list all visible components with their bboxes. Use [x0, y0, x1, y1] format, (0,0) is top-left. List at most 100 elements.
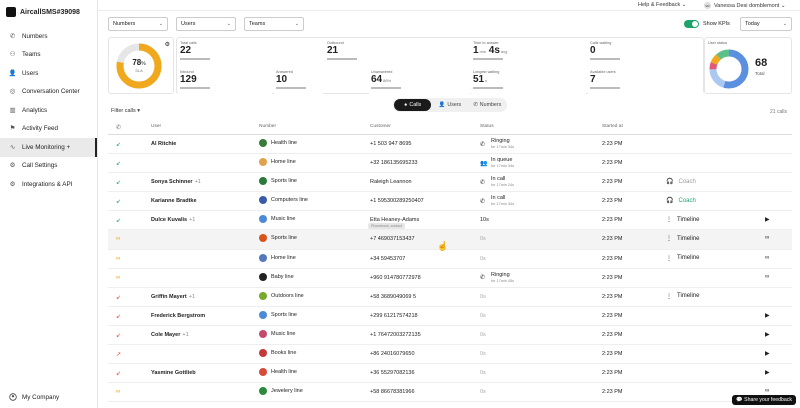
brand-name: AircallSMS#39098	[20, 8, 80, 16]
call-direction-icon: ↙	[116, 180, 122, 187]
settings-icon[interactable]: ⚙	[165, 41, 170, 48]
settings-icon: ⚙	[9, 162, 16, 170]
number-name: Jewelery line	[271, 388, 303, 395]
play-icon[interactable]: ▶	[765, 331, 770, 338]
table-row[interactable]: ↙ Frederick Bergstrom Sports line +299 6121…	[108, 307, 792, 326]
share-feedback-button[interactable]: 💬 Share your feedback	[732, 395, 796, 405]
tab-calls[interactable]: ● Calls	[394, 99, 432, 111]
row-status: 10s	[480, 217, 489, 224]
row-number: Health line	[259, 368, 297, 377]
timeline-button[interactable]: ⋮ Timeline	[666, 293, 699, 300]
table-row[interactable]: ↙ Karianne Bradtke Computers line +1 595300…	[108, 192, 792, 212]
status-duration: for 17min 34s	[491, 145, 515, 149]
table-row[interactable]: ↙ Dulce Kuvalis +1 Music line Etta Heaney-Ad…	[108, 211, 792, 231]
sidebar-item-numbers[interactable]: ✆ Numbers	[0, 27, 97, 46]
calls-waiting-kpi: Calls waiting 0	[588, 39, 703, 65]
row-status: 0s	[480, 236, 486, 243]
voicemail-icon[interactable]: ∞	[765, 274, 769, 280]
date-range-select[interactable]: Today ⌄	[740, 17, 792, 31]
timeline-button[interactable]: ⋮ Timeline	[666, 255, 699, 262]
sidebar-item-live-monitoring[interactable]: ∿ Live Monitoring +	[0, 138, 97, 157]
number-name: Sports line	[271, 235, 297, 242]
toggle-switch[interactable]	[684, 20, 699, 28]
calls-count: 21 calls	[770, 109, 787, 115]
row-user	[151, 351, 153, 357]
numbers-filter[interactable]: Numbers ⌄	[108, 17, 168, 31]
table-row[interactable]: ∞ Home line +34 59453707 0s 2:23 PM ⋮ Timeline…	[108, 250, 792, 269]
status-duration: for 17min 34s	[491, 164, 515, 169]
row-customer: +7 469037153437	[370, 236, 415, 243]
table-row[interactable]: ↙ Yasmine Gottlieb Health line +36 55297082…	[108, 364, 792, 384]
table-row[interactable]: ↙ Sonya Schinner +1 Sports line Raleigh Lean…	[108, 173, 792, 193]
table-row[interactable]: ↙ Al Ritchie Health line +1 503 947 8695 ✆ Ri…	[108, 135, 792, 155]
sidebar-item-users[interactable]: 👤 Users	[0, 64, 97, 83]
call-direction-icon: ↙	[116, 313, 122, 320]
unanswered-kpi: Unanswered 6486%	[369, 68, 470, 94]
number-name: Music line	[271, 330, 296, 337]
sidebar-item-integrations-api[interactable]: ⚙ Integrations & API	[0, 175, 97, 194]
call-direction-icon: ∞	[116, 274, 121, 281]
longest-waiting-kpi: Longest waiting 51s	[471, 68, 586, 94]
row-started-at: 2:23 PM	[602, 236, 623, 243]
outbound-value: 21	[327, 45, 339, 56]
coach-button[interactable]: 🎧 Coach	[666, 197, 696, 205]
user-extra: +1	[182, 331, 189, 338]
filter-calls-menu[interactable]: Filter calls ▾	[111, 108, 140, 114]
sidebar-item-conversation-center[interactable]: ◎ Conversation Center	[0, 83, 97, 102]
phone-icon: ✆	[116, 125, 122, 131]
row-status: ✆ Ringing for 17min 34s	[480, 138, 514, 150]
my-company[interactable]: My Company	[0, 390, 97, 404]
table-row[interactable]: ∞ Sports line +7 469037153437 0s 2:23 PM ⋮ Tim…	[108, 230, 792, 250]
users-filter[interactable]: Users ⌄	[176, 17, 236, 31]
sidebar-item-teams[interactable]: ⚇ Teams	[0, 46, 97, 65]
table-row[interactable]: ↙ Cole Mayer +1 Music line +1 76472003272135…	[108, 326, 792, 346]
sidebar-item-activity-feed[interactable]: ⚑ Activity Feed	[0, 120, 97, 139]
user-menu[interactable]: VD Vanessa Desi domblemont ⌄	[704, 2, 785, 9]
call-direction-icon: ↙	[116, 218, 122, 225]
voicemail-icon[interactable]: ∞	[765, 388, 769, 394]
row-started-at: 2:23 PM	[602, 312, 623, 319]
voicemail-icon[interactable]: ∞	[765, 255, 769, 261]
voicemail-icon[interactable]: ∞	[765, 235, 769, 241]
row-number: Home line	[259, 253, 296, 262]
unanswered-pct: 86%	[383, 78, 392, 83]
status-icon: ✆	[480, 141, 486, 148]
flag-icon	[259, 349, 267, 358]
sidebar-item-analytics[interactable]: ▥ Analytics	[0, 101, 97, 120]
table-row[interactable]: ↗ Books line +86 24016079650 0s 2:23 PM ▶	[108, 345, 792, 365]
tab-numbers[interactable]: ✆ Numbers	[469, 99, 506, 111]
more-vertical-icon: ⋮	[666, 255, 672, 262]
row-started-at: 2:23 PM	[602, 255, 623, 262]
brand-logo-icon	[6, 7, 16, 17]
sidebar-item-call-settings[interactable]: ⚙ Call Settings	[0, 157, 97, 176]
timeline-button[interactable]: ⋮ Timeline	[666, 216, 699, 224]
table-row[interactable]: ∞ Baby line +960 914780772978 ✆ Ringing for 1…	[108, 269, 792, 288]
sidebar-item-label: Conversation Center	[22, 88, 80, 96]
row-status: 0s	[480, 370, 486, 377]
table-row[interactable]: ∞ Jewelery line +58 86678381966 0s 2:23 PM ∞	[108, 383, 792, 403]
show-kpis-toggle[interactable]: Show KPIs	[684, 20, 730, 28]
sla-card: 78% SLA ⚙	[108, 37, 174, 94]
help-feedback-menu[interactable]: Help & Feedback ⌄	[638, 2, 686, 8]
flag-icon	[259, 272, 267, 281]
user-extra: +1	[194, 179, 201, 186]
nav-list: ✆ Numbers ⚇ Teams 👤 Users ◎ Conversation Center…	[0, 27, 97, 194]
flag-icon	[259, 253, 267, 262]
play-icon[interactable]: ▶	[765, 216, 770, 223]
user-name: Vanessa Desi domblemont ⌄	[714, 2, 786, 9]
play-icon[interactable]: ▶	[765, 369, 770, 376]
inbound-value: 129	[180, 74, 197, 85]
table-row[interactable]: ↙ Home line +32 186135695233 👥 In queue for 1…	[108, 154, 792, 174]
timeline-button[interactable]: ⋮ Timeline	[666, 235, 699, 243]
row-started-at: 2:23 PM	[602, 217, 623, 224]
tab-users[interactable]: 👤 Users	[431, 99, 468, 111]
coach-button[interactable]: 🎧 Coach	[666, 178, 696, 186]
table-row[interactable]: ↙ Griffin Mayert +1 Outdoors line +58 368904…	[108, 288, 792, 307]
call-direction-icon: ↙	[116, 332, 122, 339]
chevron-down-icon: ⌄	[294, 21, 299, 27]
brand[interactable]: AircallSMS#39098	[0, 0, 97, 24]
play-icon[interactable]: ▶	[765, 350, 770, 357]
play-icon[interactable]: ▶	[765, 312, 770, 319]
more-vertical-icon: ⋮	[666, 236, 672, 243]
teams-filter[interactable]: Teams ⌄	[244, 17, 304, 31]
